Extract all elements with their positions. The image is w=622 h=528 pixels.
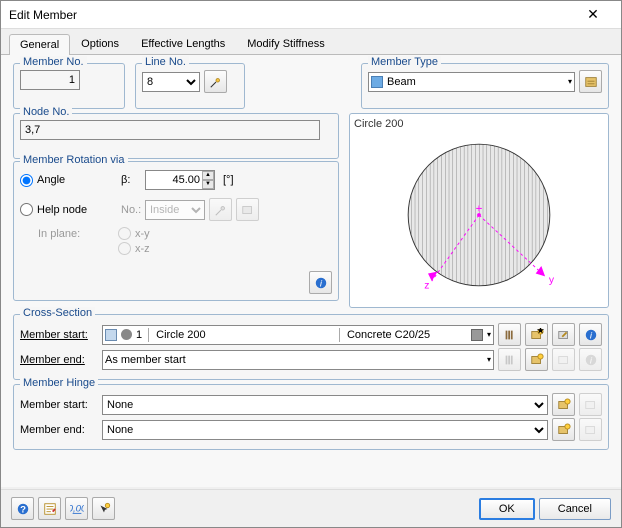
line-no-label: Line No.: [142, 56, 189, 68]
member-no-input[interactable]: [20, 70, 80, 90]
preview-title: Circle 200: [354, 118, 604, 130]
hinge-start-select[interactable]: None: [102, 395, 548, 415]
material-swatch: [471, 329, 483, 341]
plane-xz-radio: [118, 242, 131, 255]
plane-xz-label: x-z: [135, 243, 150, 255]
pick-node-icon: [209, 198, 232, 221]
cs-start-material: Concrete C20/25: [347, 329, 467, 341]
cs-end-info-icon: i: [579, 348, 602, 371]
cs-library-icon[interactable]: [498, 323, 521, 346]
hinge-start-edit-icon: [579, 393, 602, 416]
line-no-select[interactable]: 8: [142, 72, 200, 92]
tab-bar: General Options Effective Lengths Modify…: [1, 29, 621, 55]
cs-end-new-icon[interactable]: [525, 348, 548, 371]
plane-xy-radio: [118, 227, 131, 240]
ok-button[interactable]: OK: [479, 498, 535, 520]
cs-end-edit-icon: [552, 348, 575, 371]
cs-new-icon[interactable]: ★: [525, 323, 548, 346]
svg-text:?: ?: [20, 504, 26, 515]
node-no-label: Node No.: [20, 106, 72, 118]
rotation-label: Member Rotation via: [20, 154, 128, 166]
hinge-end-label: Member end:: [20, 424, 98, 436]
cross-section-label: Cross-Section: [20, 307, 95, 319]
cs-end-library-icon[interactable]: [498, 348, 521, 371]
member-type-label: Member Type: [368, 56, 441, 68]
cross-section-preview: Circle 200 z y: [349, 113, 609, 308]
cancel-button[interactable]: Cancel: [539, 498, 611, 520]
rotation-angle-label: Angle: [37, 174, 117, 186]
inplane-label: In plane:: [38, 228, 114, 240]
cs-member-end-label: Member end:: [20, 354, 98, 366]
helpnode-select: Inside: [145, 200, 205, 220]
beam-color-swatch: [371, 76, 383, 88]
cs-start-select[interactable]: 1 Circle 200 Concrete C20/25 ▾: [102, 325, 494, 345]
rotation-info-icon[interactable]: i: [309, 271, 332, 294]
cs-color-swatch: [105, 329, 117, 341]
pick-line-icon[interactable]: [204, 70, 227, 93]
chevron-down-icon: ▾: [568, 77, 572, 86]
rotation-helpnode-label: Help node: [37, 204, 117, 216]
comment-icon[interactable]: [38, 497, 61, 520]
member-type-select[interactable]: Beam ▾: [368, 72, 575, 92]
spin-up-icon[interactable]: ▲: [202, 171, 214, 180]
tab-general[interactable]: General: [9, 34, 70, 55]
plane-xy-label: x-y: [135, 228, 150, 240]
new-node-icon: [236, 198, 259, 221]
cs-member-start-label: Member start:: [20, 329, 98, 341]
cs-edit-icon[interactable]: [552, 323, 575, 346]
tab-effective-lengths[interactable]: Effective Lengths: [130, 33, 236, 54]
window-title: Edit Member: [9, 8, 573, 22]
circle-shape-icon: [121, 329, 132, 340]
beta-symbol: β:: [121, 174, 141, 186]
svg-text:z: z: [424, 281, 429, 292]
chevron-down-icon: ▾: [487, 355, 491, 364]
cs-start-id: 1: [136, 329, 142, 341]
cs-end-value: As member start: [105, 354, 483, 366]
hinge-end-edit-icon: [579, 418, 602, 441]
tab-options[interactable]: Options: [70, 33, 130, 54]
hinge-start-label: Member start:: [20, 399, 98, 411]
units-icon[interactable]: 0,00: [65, 497, 88, 520]
cs-start-name: Circle 200: [156, 329, 333, 341]
helpnode-no-label: No.:: [121, 204, 141, 216]
hinge-end-new-icon[interactable]: [552, 418, 575, 441]
hinge-label: Member Hinge: [20, 377, 98, 389]
svg-text:y: y: [549, 275, 555, 286]
angle-unit: [°]: [223, 174, 234, 186]
member-type-settings-icon[interactable]: [579, 70, 602, 93]
close-icon[interactable]: ✕: [573, 3, 613, 27]
cs-info-icon[interactable]: i: [579, 323, 602, 346]
hinge-start-new-icon[interactable]: [552, 393, 575, 416]
spin-down-icon[interactable]: ▼: [202, 180, 214, 189]
member-no-label: Member No.: [20, 56, 87, 68]
help-icon[interactable]: ?: [11, 497, 34, 520]
node-no-input[interactable]: [20, 120, 320, 140]
rotation-helpnode-radio[interactable]: [20, 203, 33, 216]
pick-icon[interactable]: [92, 497, 115, 520]
svg-text:★: ★: [536, 328, 544, 336]
member-type-value: Beam: [387, 76, 416, 88]
rotation-angle-radio[interactable]: [20, 174, 33, 187]
hinge-end-select[interactable]: None: [102, 420, 548, 440]
cs-end-select[interactable]: As member start ▾: [102, 350, 494, 370]
tab-modify-stiffness[interactable]: Modify Stiffness: [236, 33, 335, 54]
chevron-down-icon: ▾: [487, 330, 491, 339]
